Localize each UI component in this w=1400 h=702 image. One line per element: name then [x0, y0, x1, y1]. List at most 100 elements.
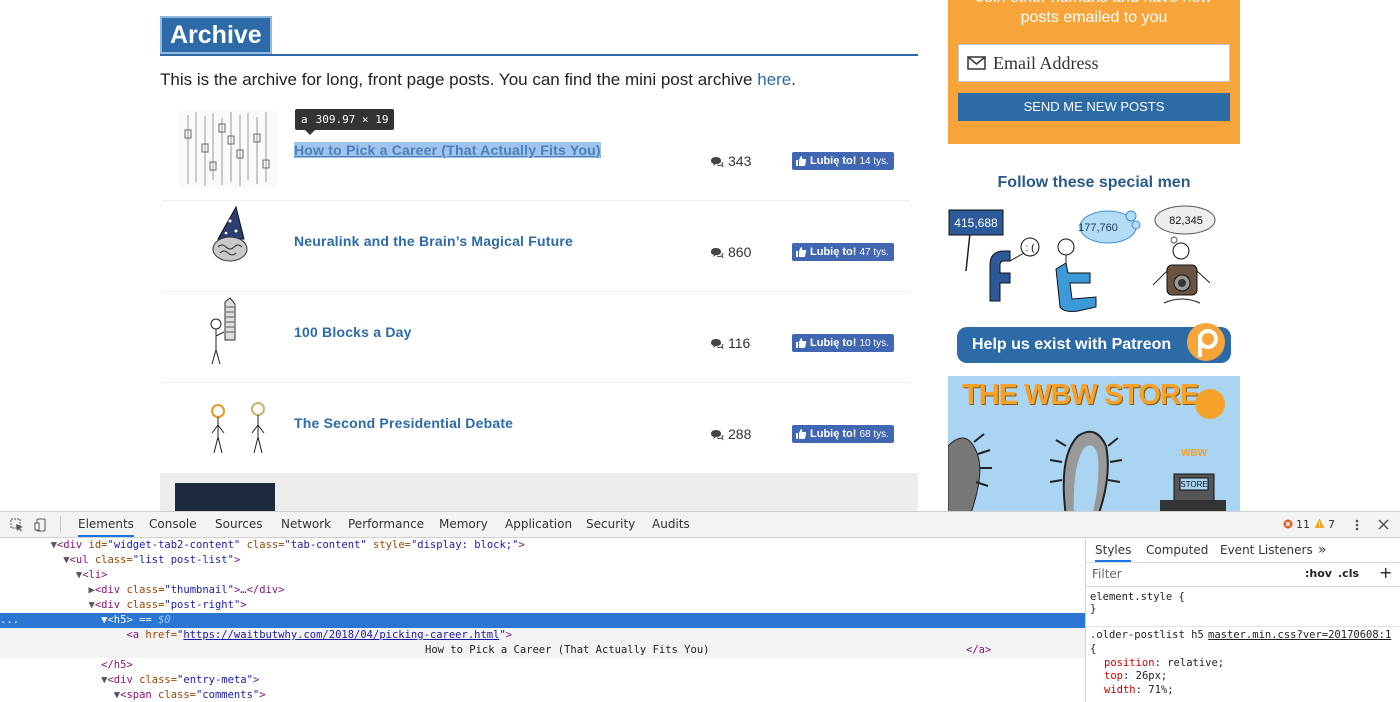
- error-count[interactable]: 11: [1296, 512, 1310, 537]
- post-item[interactable]: How to Pick a Career (That Actually Fits…: [162, 110, 910, 201]
- comment-count-value: 116: [728, 335, 751, 351]
- tooltip-size: 309.97 × 19: [315, 113, 389, 126]
- post-item[interactable]: The Second Presidential Debate 288 Lubię…: [162, 383, 910, 473]
- store-sign: WBW: [1181, 448, 1208, 459]
- element-style-rule[interactable]: element.style { }: [1090, 591, 1185, 615]
- web-page: Archive This is the archive for long, fr…: [0, 0, 1400, 511]
- tab-performance[interactable]: Performance: [348, 512, 424, 537]
- inspect-element-icon[interactable]: [10, 518, 24, 532]
- comment-count[interactable]: 116: [710, 335, 750, 351]
- dom-node[interactable]: ▼<div class="entry-meta">: [0, 673, 1085, 688]
- like-label: Lubię to!: [810, 428, 857, 440]
- dom-tag: <div: [107, 674, 133, 686]
- facebook-like-button[interactable]: Lubię to! 14 tys.: [792, 152, 894, 170]
- device-toolbar-icon[interactable]: [34, 518, 48, 532]
- tab-memory[interactable]: Memory: [439, 512, 488, 537]
- rule-source-link[interactable]: master.min.css?ver=20170608:1: [1208, 629, 1391, 643]
- comment-count[interactable]: 288: [710, 426, 751, 442]
- tooltip-tag: a: [301, 113, 308, 126]
- rule-selector: .older-postlist h5: [1090, 629, 1204, 641]
- styles-pane: Styles Computed Event Listeners » Filter…: [1085, 538, 1400, 702]
- dom-tag: </h5>: [101, 659, 133, 671]
- comment-count-value: 860: [728, 244, 752, 260]
- dom-attr: style=: [366, 539, 411, 551]
- tab-console[interactable]: Console: [149, 512, 197, 537]
- tab-network[interactable]: Network: [281, 512, 331, 537]
- post-title-link[interactable]: The Second Presidential Debate: [294, 415, 513, 431]
- post-item-partial[interactable]: [160, 473, 918, 511]
- add-rule-icon[interactable]: +: [1379, 562, 1392, 584]
- patreon-button[interactable]: Help us exist with Patreon: [957, 323, 1231, 363]
- error-icon[interactable]: [1283, 519, 1293, 529]
- tab-application[interactable]: Application: [505, 512, 572, 537]
- more-tabs-icon[interactable]: »: [1318, 538, 1327, 562]
- tab-security[interactable]: Security: [586, 512, 635, 537]
- store-banner[interactable]: THE WBW STORE WBW STORE: [948, 376, 1240, 511]
- dom-href-link[interactable]: https://waitbutwhy.com/2018/04/picking-c…: [183, 629, 499, 641]
- dom-tree[interactable]: ▼<div id="widget-tab2-content" class="ta…: [0, 538, 1085, 702]
- dom-value: "post-right": [164, 599, 241, 611]
- comment-count[interactable]: 860: [710, 244, 751, 260]
- dom-node-selected[interactable]: ... ▼<h5> == $0: [0, 613, 1085, 628]
- css-property[interactable]: top: 26px;: [1090, 670, 1395, 684]
- post-title-link[interactable]: How to Pick a Career (That Actually Fits…: [294, 142, 601, 158]
- css-property[interactable]: position: relative;: [1090, 657, 1395, 671]
- dom-node[interactable]: <a href="https://waitbutwhy.com/2018/04/…: [0, 628, 1085, 643]
- css-rule[interactable]: .older-postlist h5 master.min.css?ver=201…: [1090, 629, 1395, 697]
- warning-count[interactable]: 7: [1328, 512, 1335, 537]
- post-thumbnail[interactable]: [178, 201, 278, 279]
- tab-audits[interactable]: Audits: [652, 512, 690, 537]
- subscribe-box: Join other humans and have newposts emai…: [948, 0, 1240, 144]
- styles-filter-input[interactable]: Filter: [1092, 562, 1122, 586]
- dom-node[interactable]: ▼<span class="comments">: [0, 688, 1085, 702]
- dom-node[interactable]: </h5>: [0, 658, 1085, 673]
- more-options-icon[interactable]: [1353, 518, 1361, 532]
- dom-tag: >: [252, 674, 260, 686]
- dom-tag: <h5>: [107, 614, 133, 626]
- tab-elements[interactable]: Elements: [78, 512, 134, 537]
- comment-count[interactable]: 343: [710, 153, 751, 169]
- css-property[interactable]: width: 71%;: [1090, 684, 1395, 698]
- post-title-link[interactable]: Neuralink and the Brain’s Magical Future: [294, 233, 573, 249]
- dom-node[interactable]: ▼<li>: [0, 568, 1085, 583]
- post-item[interactable]: Neuralink and the Brain’s Magical Future…: [162, 201, 910, 292]
- dom-node[interactable]: ▼<div id="widget-tab2-content" class="ta…: [0, 538, 1085, 553]
- dom-node[interactable]: ▶<div class="thumbnail">…</div>: [0, 583, 1085, 598]
- comments-icon: [711, 157, 724, 168]
- instagram-follow-link[interactable]: 82,345: [1152, 205, 1216, 304]
- post-thumbnail[interactable]: [178, 292, 278, 370]
- send-posts-button[interactable]: SEND ME NEW POSTS: [958, 93, 1230, 121]
- dom-node[interactable]: ▼<div class="post-right">: [0, 598, 1085, 613]
- close-icon[interactable]: [1378, 519, 1389, 530]
- dom-value: "comments": [196, 689, 260, 701]
- post-thumbnail[interactable]: [175, 483, 275, 511]
- facebook-like-button[interactable]: Lubię to! 47 tys.: [792, 243, 894, 261]
- dom-node[interactable]: ▼<ul class="list post-list">: [0, 553, 1085, 568]
- facebook-like-button[interactable]: Lubię to! 68 tys.: [792, 425, 894, 443]
- dom-value: "list post-list": [132, 554, 234, 566]
- cls-toggle[interactable]: .cls: [1338, 562, 1359, 586]
- dom-node[interactable]: How to Pick a Career (That Actually Fits…: [0, 643, 1085, 658]
- post-item[interactable]: 100 Blocks a Day 116 Lubię to! 10 tys.: [162, 292, 910, 383]
- dom-tag: <div: [94, 599, 121, 611]
- post-thumbnail[interactable]: [178, 383, 278, 461]
- facebook-like-button[interactable]: Lubię to! 10 tys.: [792, 334, 894, 352]
- tab-event-listeners[interactable]: Event Listeners: [1220, 538, 1313, 562]
- tab-sources[interactable]: Sources: [215, 512, 262, 537]
- tab-computed[interactable]: Computed: [1146, 538, 1208, 562]
- facebook-follow-link[interactable]: 415,688 : (: [948, 209, 1040, 302]
- hov-toggle[interactable]: :hov: [1305, 562, 1332, 586]
- mini-archive-link[interactable]: here: [757, 70, 791, 89]
- dom-tag: <li>: [82, 569, 108, 581]
- twitter-follow-link[interactable]: 177,760: [1055, 210, 1141, 312]
- warning-icon[interactable]: [1314, 518, 1325, 529]
- post-title-link[interactable]: 100 Blocks a Day: [294, 324, 412, 340]
- email-input[interactable]: Email Address: [958, 44, 1230, 82]
- page-title: Archive: [160, 16, 272, 54]
- css-prop-value: 71%;: [1148, 683, 1174, 696]
- subscribe-line-2: posts emailed to you: [1020, 9, 1168, 26]
- tab-styles[interactable]: Styles: [1095, 538, 1132, 562]
- post-thumbnail[interactable]: [178, 110, 278, 188]
- comments-icon: [711, 339, 724, 350]
- dom-eq: ==: [132, 614, 159, 626]
